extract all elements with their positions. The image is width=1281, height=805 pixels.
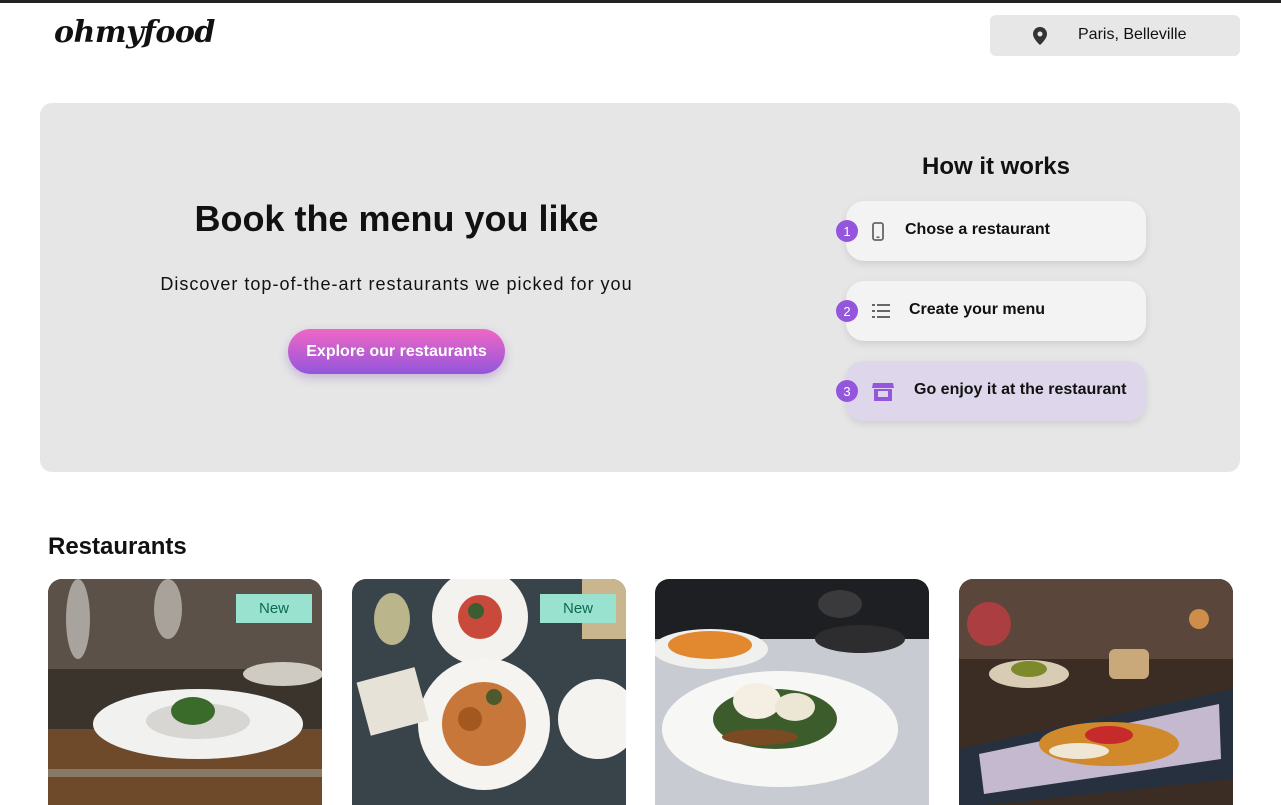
step-create-menu: 2 Create your menu <box>836 281 1146 341</box>
restaurant-card[interactable]: New <box>352 579 626 805</box>
step-enjoy-restaurant: 3 Go enjoy it at the restaurant <box>836 361 1146 421</box>
step-number: 3 <box>836 380 858 402</box>
explore-restaurants-button[interactable]: Explore our restaurants <box>288 329 505 374</box>
store-icon <box>872 383 894 401</box>
restaurant-card[interactable]: New <box>48 579 322 805</box>
location-selector[interactable]: Paris, Belleville <box>990 15 1240 56</box>
location-label: Paris, Belleville <box>1078 26 1187 43</box>
logo[interactable]: ohmyfood <box>54 15 215 50</box>
mobile-phone-icon <box>872 222 884 241</box>
step-label: Create your menu <box>909 301 1046 318</box>
map-pin-icon <box>1033 27 1047 45</box>
restaurants-title: Restaurants <box>48 533 187 560</box>
how-it-works-title: How it works <box>921 153 1071 180</box>
list-icon <box>872 304 890 318</box>
long-plate-dish-photo <box>959 579 1233 805</box>
poached-egg-plate-photo <box>655 579 929 805</box>
step-choose-restaurant: 1 Chose a restaurant <box>836 201 1146 261</box>
hero-title: Book the menu you like <box>194 198 599 239</box>
new-badge: New <box>540 594 616 623</box>
restaurant-card[interactable] <box>959 579 1233 805</box>
step-number: 2 <box>836 300 858 322</box>
hero-section: Book the menu you like Discover top-of-t… <box>40 103 1240 472</box>
step-label: Go enjoy it at the restaurant <box>914 381 1127 398</box>
restaurant-card[interactable] <box>655 579 929 805</box>
new-badge: New <box>236 594 312 623</box>
step-label: Chose a restaurant <box>905 221 1050 238</box>
step-number: 1 <box>836 220 858 242</box>
hero-subtitle: Discover top-of-the-art restaurants we p… <box>160 274 633 294</box>
